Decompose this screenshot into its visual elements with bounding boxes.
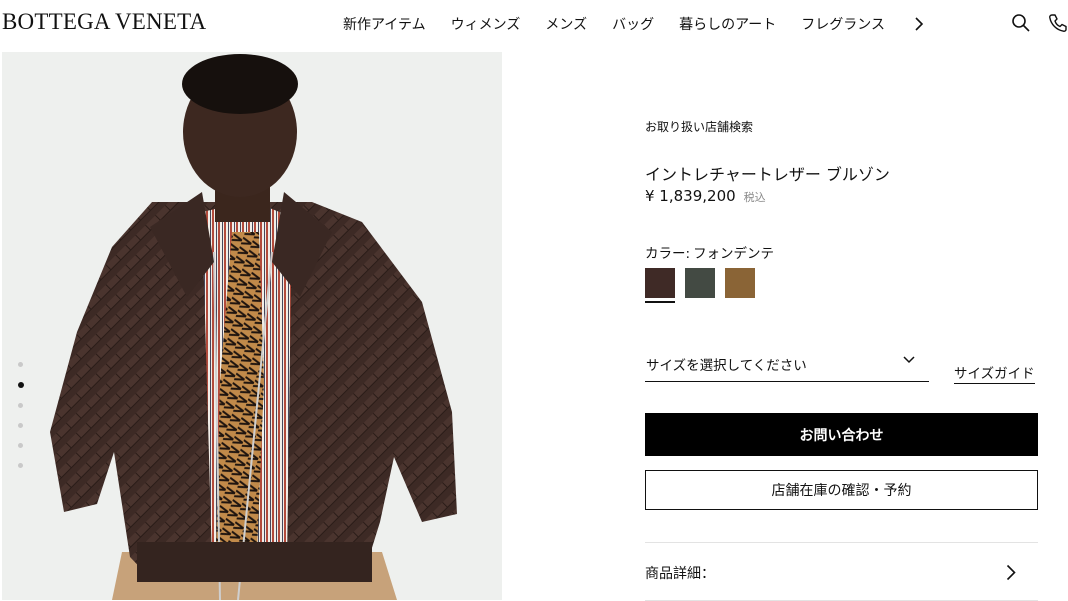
carousel-dot[interactable]: [18, 443, 23, 448]
chevron-down-icon: [903, 356, 915, 364]
nav-item-men[interactable]: メンズ: [545, 14, 587, 34]
carousel-dot[interactable]: [18, 362, 23, 367]
store-search-link[interactable]: お取り扱い店舗検索: [645, 118, 753, 135]
color-swatch-brown[interactable]: [725, 268, 755, 298]
chevron-right-icon: [1006, 564, 1016, 581]
tax-note: 税込: [743, 191, 766, 204]
carousel-dot[interactable]: [18, 463, 23, 468]
search-icon[interactable]: [1011, 13, 1031, 33]
color-value: フォンデンテ: [693, 246, 775, 262]
product-details-row[interactable]: 商品詳細：: [645, 542, 1038, 601]
color-swatches: [645, 268, 765, 303]
product-photo: [50, 54, 457, 600]
nav-item-fragrance[interactable]: フレグランス: [801, 14, 885, 34]
price-value: ¥ 1,839,200: [645, 187, 736, 205]
site-header: BOTTEGA VENETA 新作アイテム ウィメンズ メンズ バッグ 暮らしの…: [0, 0, 1068, 48]
color-label-prefix: カラー:: [645, 246, 691, 262]
store-stock-reserve-button[interactable]: 店舗在庫の確認・予約: [645, 470, 1038, 510]
product-details-label: 商品詳細：: [645, 566, 715, 582]
carousel-dot[interactable]: [18, 423, 23, 428]
nav-next-chevron-right-icon[interactable]: [914, 16, 924, 32]
carousel-dots: [18, 362, 24, 483]
size-guide-link[interactable]: サイズガイド: [954, 362, 1035, 384]
main-nav: 新作アイテム ウィメンズ メンズ バッグ 暮らしのアート フレグランス: [343, 14, 910, 34]
color-swatch-dark-green[interactable]: [685, 268, 715, 298]
nav-item-bags[interactable]: バッグ: [612, 14, 654, 34]
contact-button[interactable]: お問い合わせ: [645, 413, 1038, 456]
size-select-placeholder: サイズを選択してください: [646, 358, 807, 374]
product-price: ¥ 1,839,200 税込: [645, 187, 766, 205]
size-select-dropdown[interactable]: サイズを選択してください: [645, 352, 929, 382]
product-image[interactable]: [2, 52, 502, 600]
product-title: イントレチャートレザー ブルゾン: [645, 165, 890, 184]
color-label: カラー: フォンデンテ: [645, 242, 774, 262]
carousel-dot[interactable]: [18, 403, 23, 408]
carousel-dot-active[interactable]: [18, 382, 24, 388]
nav-item-new-arrivals[interactable]: 新作アイテム: [343, 14, 426, 34]
color-swatch-fondant[interactable]: [645, 268, 675, 303]
phone-icon[interactable]: [1048, 13, 1068, 33]
brand-logo[interactable]: BOTTEGA VENETA: [2, 9, 206, 35]
nav-item-home-art[interactable]: 暮らしのアート: [679, 14, 776, 34]
nav-item-women[interactable]: ウィメンズ: [451, 14, 521, 34]
